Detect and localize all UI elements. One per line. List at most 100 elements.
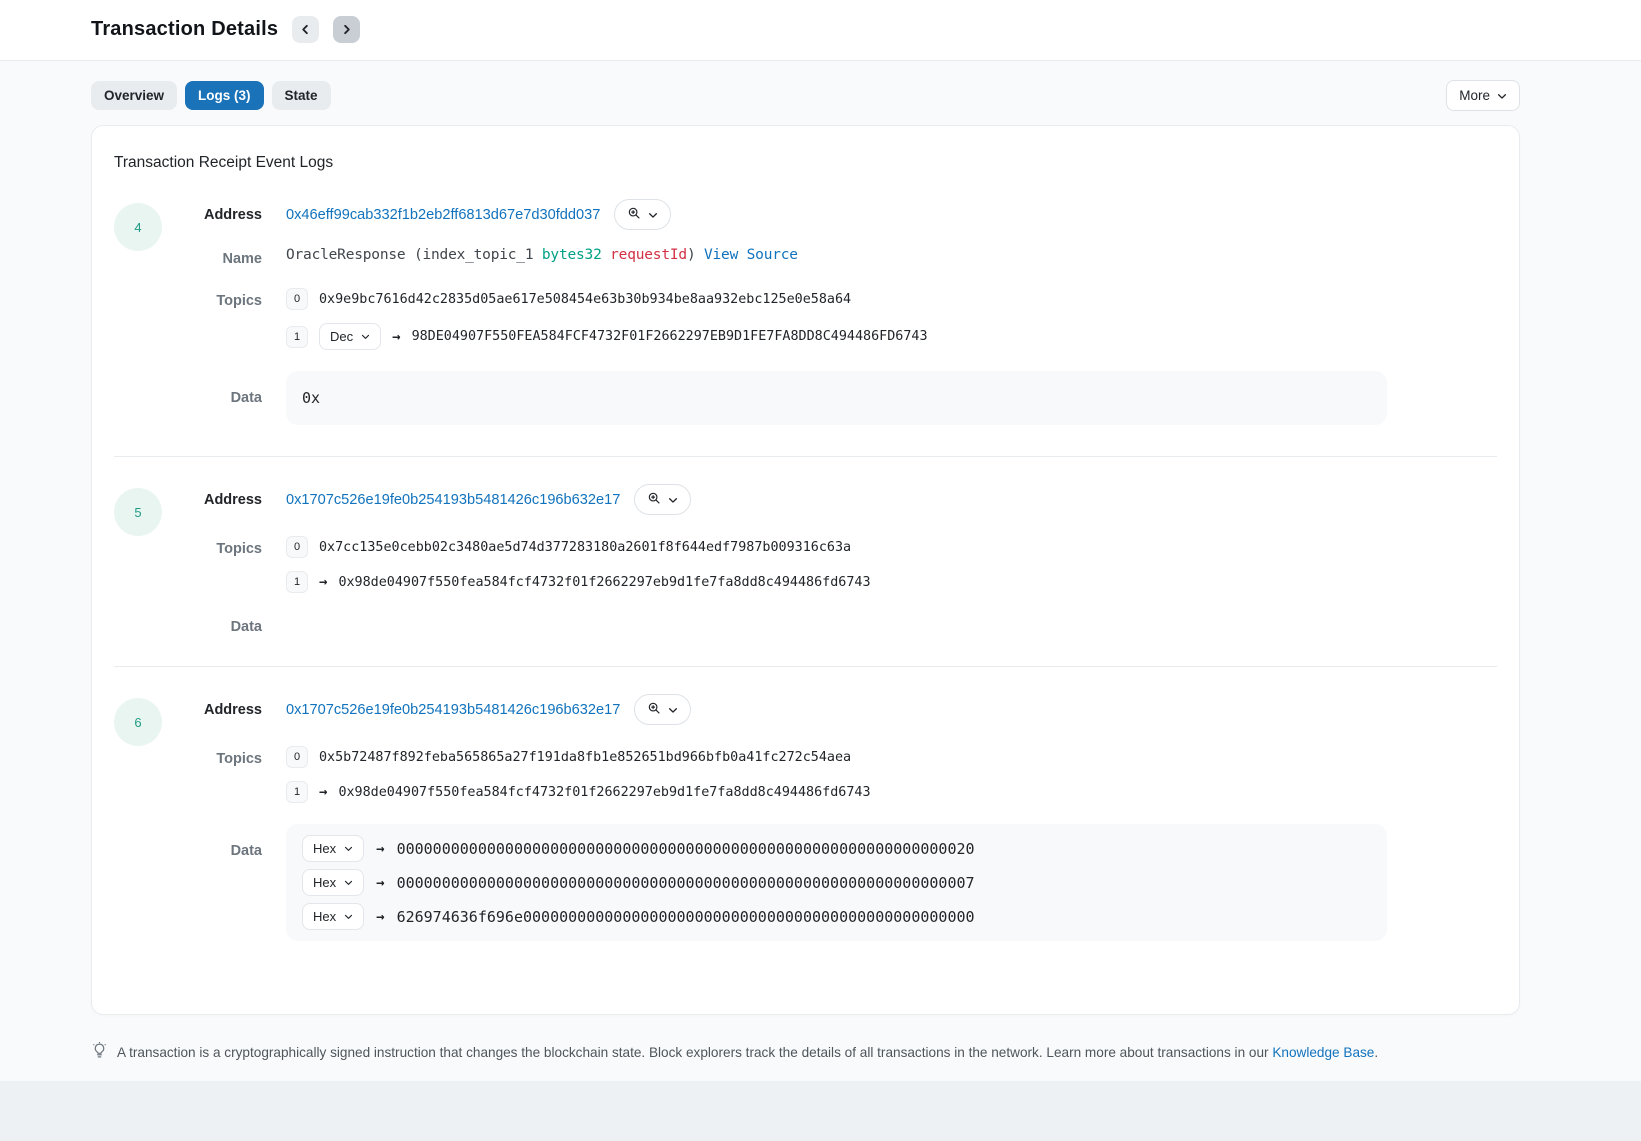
topic-index-badge: 1 — [286, 781, 308, 803]
log-row-address: Address 0x46eff99cab332f1b2eb2ff6813d67e… — [162, 199, 1497, 230]
topic-value: 0x98de04907f550fea584fcf4732f01f2662297e… — [338, 785, 870, 800]
tab-state[interactable]: State — [272, 81, 331, 110]
topic-index-badge: 0 — [286, 288, 308, 310]
log-row-address: Address 0x1707c526e19fe0b254193b5481426c… — [162, 694, 1497, 725]
address-zoom-button[interactable] — [634, 484, 691, 515]
log-index-badge: 4 — [114, 203, 162, 251]
topic-value: 0x5b72487f892feba565865a27f191da8fb1e852… — [319, 750, 851, 765]
page-footer: A transaction is a cryptographically sig… — [91, 1042, 1520, 1062]
chevron-down-icon — [344, 844, 353, 853]
site-footer-band — [0, 1081, 1641, 1141]
log-entry: 4 Address 0x46eff99cab332f1b2eb2ff6813d6… — [92, 172, 1519, 456]
chevron-down-icon — [344, 912, 353, 921]
tab-overview[interactable]: Overview — [91, 81, 177, 110]
data-row: Hex → 0000000000000000000000000000000000… — [302, 869, 1371, 896]
tabs-row: Overview Logs (3) State More — [91, 80, 1520, 111]
log-row-address: Address 0x1707c526e19fe0b254193b5481426c… — [162, 484, 1497, 515]
chevron-down-icon — [344, 878, 353, 887]
tab-logs-3[interactable]: Logs (3) — [185, 81, 264, 110]
data-box: 0x — [286, 371, 1387, 425]
data-label: Data — [162, 614, 262, 635]
lightbulb-icon — [91, 1042, 108, 1062]
logs-container: 4 Address 0x46eff99cab332f1b2eb2ff6813d6… — [92, 172, 1519, 972]
topic-row: 1 → 0x98de04907f550fea584fcf4732f01f2662… — [286, 781, 1497, 803]
log-row-topics: Topics 0 0x7cc135e0cebb02c3480ae5d74d377… — [162, 536, 1497, 593]
arrow-right-icon: → — [319, 784, 327, 800]
data-label: Data — [162, 824, 262, 859]
address-link[interactable]: 0x46eff99cab332f1b2eb2ff6813d67e7d30fdd0… — [286, 207, 600, 223]
prev-transaction-button[interactable] — [292, 16, 319, 43]
chevron-down-icon — [668, 705, 678, 715]
log-entry: 5 Address 0x1707c526e19fe0b254193b548142… — [92, 457, 1519, 666]
data-decode-select[interactable]: Hex — [302, 835, 364, 862]
topic-index-badge: 0 — [286, 746, 308, 768]
arrow-right-icon: → — [376, 909, 384, 925]
tabs: Overview Logs (3) State — [91, 81, 331, 110]
address-link[interactable]: 0x1707c526e19fe0b254193b5481426c196b632e… — [286, 492, 620, 508]
data-label: Data — [162, 371, 262, 406]
topic-row: 0 0x7cc135e0cebb02c3480ae5d74d377283180a… — [286, 536, 1497, 558]
topic-decode-select[interactable]: Dec — [319, 323, 381, 350]
topic-value: 0x9e9bc7616d42c2835d05ae617e508454e63b30… — [319, 292, 851, 307]
address-zoom-button[interactable] — [614, 199, 671, 230]
topic-index-badge: 0 — [286, 536, 308, 558]
card-title: Transaction Receipt Event Logs — [114, 154, 1519, 172]
data-decode-select[interactable]: Hex — [302, 869, 364, 896]
log-row-data: Data 0x — [162, 371, 1497, 425]
chevron-left-icon — [300, 24, 311, 35]
knowledge-base-link[interactable]: Knowledge Base — [1272, 1045, 1374, 1060]
topic-value: 0x98de04907f550fea584fcf4732f01f2662297e… — [338, 575, 870, 590]
topics-list: 0 0x9e9bc7616d42c2835d05ae617e508454e63b… — [286, 288, 1497, 350]
log-index-badge: 5 — [114, 488, 162, 536]
chevron-down-icon — [1497, 91, 1507, 101]
address-zoom-button[interactable] — [634, 694, 691, 725]
param-name: requestId — [610, 247, 687, 263]
param-type: bytes32 — [542, 247, 602, 263]
data-row: Hex → 626974636f696e00000000000000000000… — [302, 903, 1371, 930]
topics-label: Topics — [162, 746, 262, 767]
topics-label: Topics — [162, 536, 262, 557]
topic-index-badge: 1 — [286, 571, 308, 593]
topic-index-badge: 1 — [286, 326, 308, 348]
page-root: Transaction Details Overview Logs (3) St… — [0, 0, 1641, 1141]
data-decode-select[interactable]: Hex — [302, 903, 364, 930]
log-row-topics: Topics 0 0x5b72487f892feba565865a27f191d… — [162, 746, 1497, 803]
topic-row: 1 → 0x98de04907f550fea584fcf4732f01f2662… — [286, 571, 1497, 593]
log-row-topics: Topics 0 0x9e9bc7616d42c2835d05ae617e508… — [162, 288, 1497, 350]
arrow-right-icon: → — [376, 841, 384, 857]
next-transaction-button[interactable] — [333, 16, 360, 43]
magnifier-plus-icon — [647, 701, 661, 718]
event-logs-card: Transaction Receipt Event Logs 4 Address… — [91, 125, 1520, 1015]
data-value: 0x — [302, 389, 320, 407]
more-dropdown-button[interactable]: More — [1446, 80, 1520, 111]
data-value: 0000000000000000000000000000000000000000… — [397, 874, 975, 892]
topic-row: 1 Dec → 98DE04907F550FEA584FCF4732F01F26… — [286, 323, 1497, 350]
address-label: Address — [162, 492, 262, 508]
arrow-right-icon: → — [392, 329, 400, 345]
topics-list: 0 0x5b72487f892feba565865a27f191da8fb1e8… — [286, 746, 1497, 803]
page-header: Transaction Details — [0, 0, 1641, 61]
data-row: 0x — [302, 389, 1371, 407]
page-title: Transaction Details — [91, 18, 278, 41]
footer-text: A transaction is a cryptographically sig… — [117, 1045, 1378, 1060]
log-entry: 6 Address 0x1707c526e19fe0b254193b548142… — [92, 667, 1519, 972]
data-value: 0000000000000000000000000000000000000000… — [397, 840, 975, 858]
chevron-down-icon — [361, 332, 370, 341]
view-source-link[interactable]: View Source — [704, 247, 798, 263]
log-row-data: Data — [162, 614, 1497, 635]
topics-label: Topics — [162, 288, 262, 309]
name-label: Name — [162, 246, 262, 267]
log-row-data: Data Hex → 00000000000000000000000000000… — [162, 824, 1497, 941]
topic-row: 0 0x9e9bc7616d42c2835d05ae617e508454e63b… — [286, 288, 1497, 310]
address-link[interactable]: 0x1707c526e19fe0b254193b5481426c196b632e… — [286, 702, 620, 718]
data-row: Hex → 0000000000000000000000000000000000… — [302, 835, 1371, 862]
magnifier-plus-icon — [627, 206, 641, 223]
topics-list: 0 0x7cc135e0cebb02c3480ae5d74d377283180a… — [286, 536, 1497, 593]
chevron-down-icon — [648, 210, 658, 220]
arrow-right-icon: → — [376, 875, 384, 891]
data-box: Hex → 0000000000000000000000000000000000… — [286, 824, 1387, 941]
main-content: Overview Logs (3) State More Transaction… — [91, 80, 1520, 1015]
chevron-down-icon — [668, 495, 678, 505]
log-index-badge: 6 — [114, 698, 162, 746]
topic-value: 0x7cc135e0cebb02c3480ae5d74d377283180a26… — [319, 540, 851, 555]
